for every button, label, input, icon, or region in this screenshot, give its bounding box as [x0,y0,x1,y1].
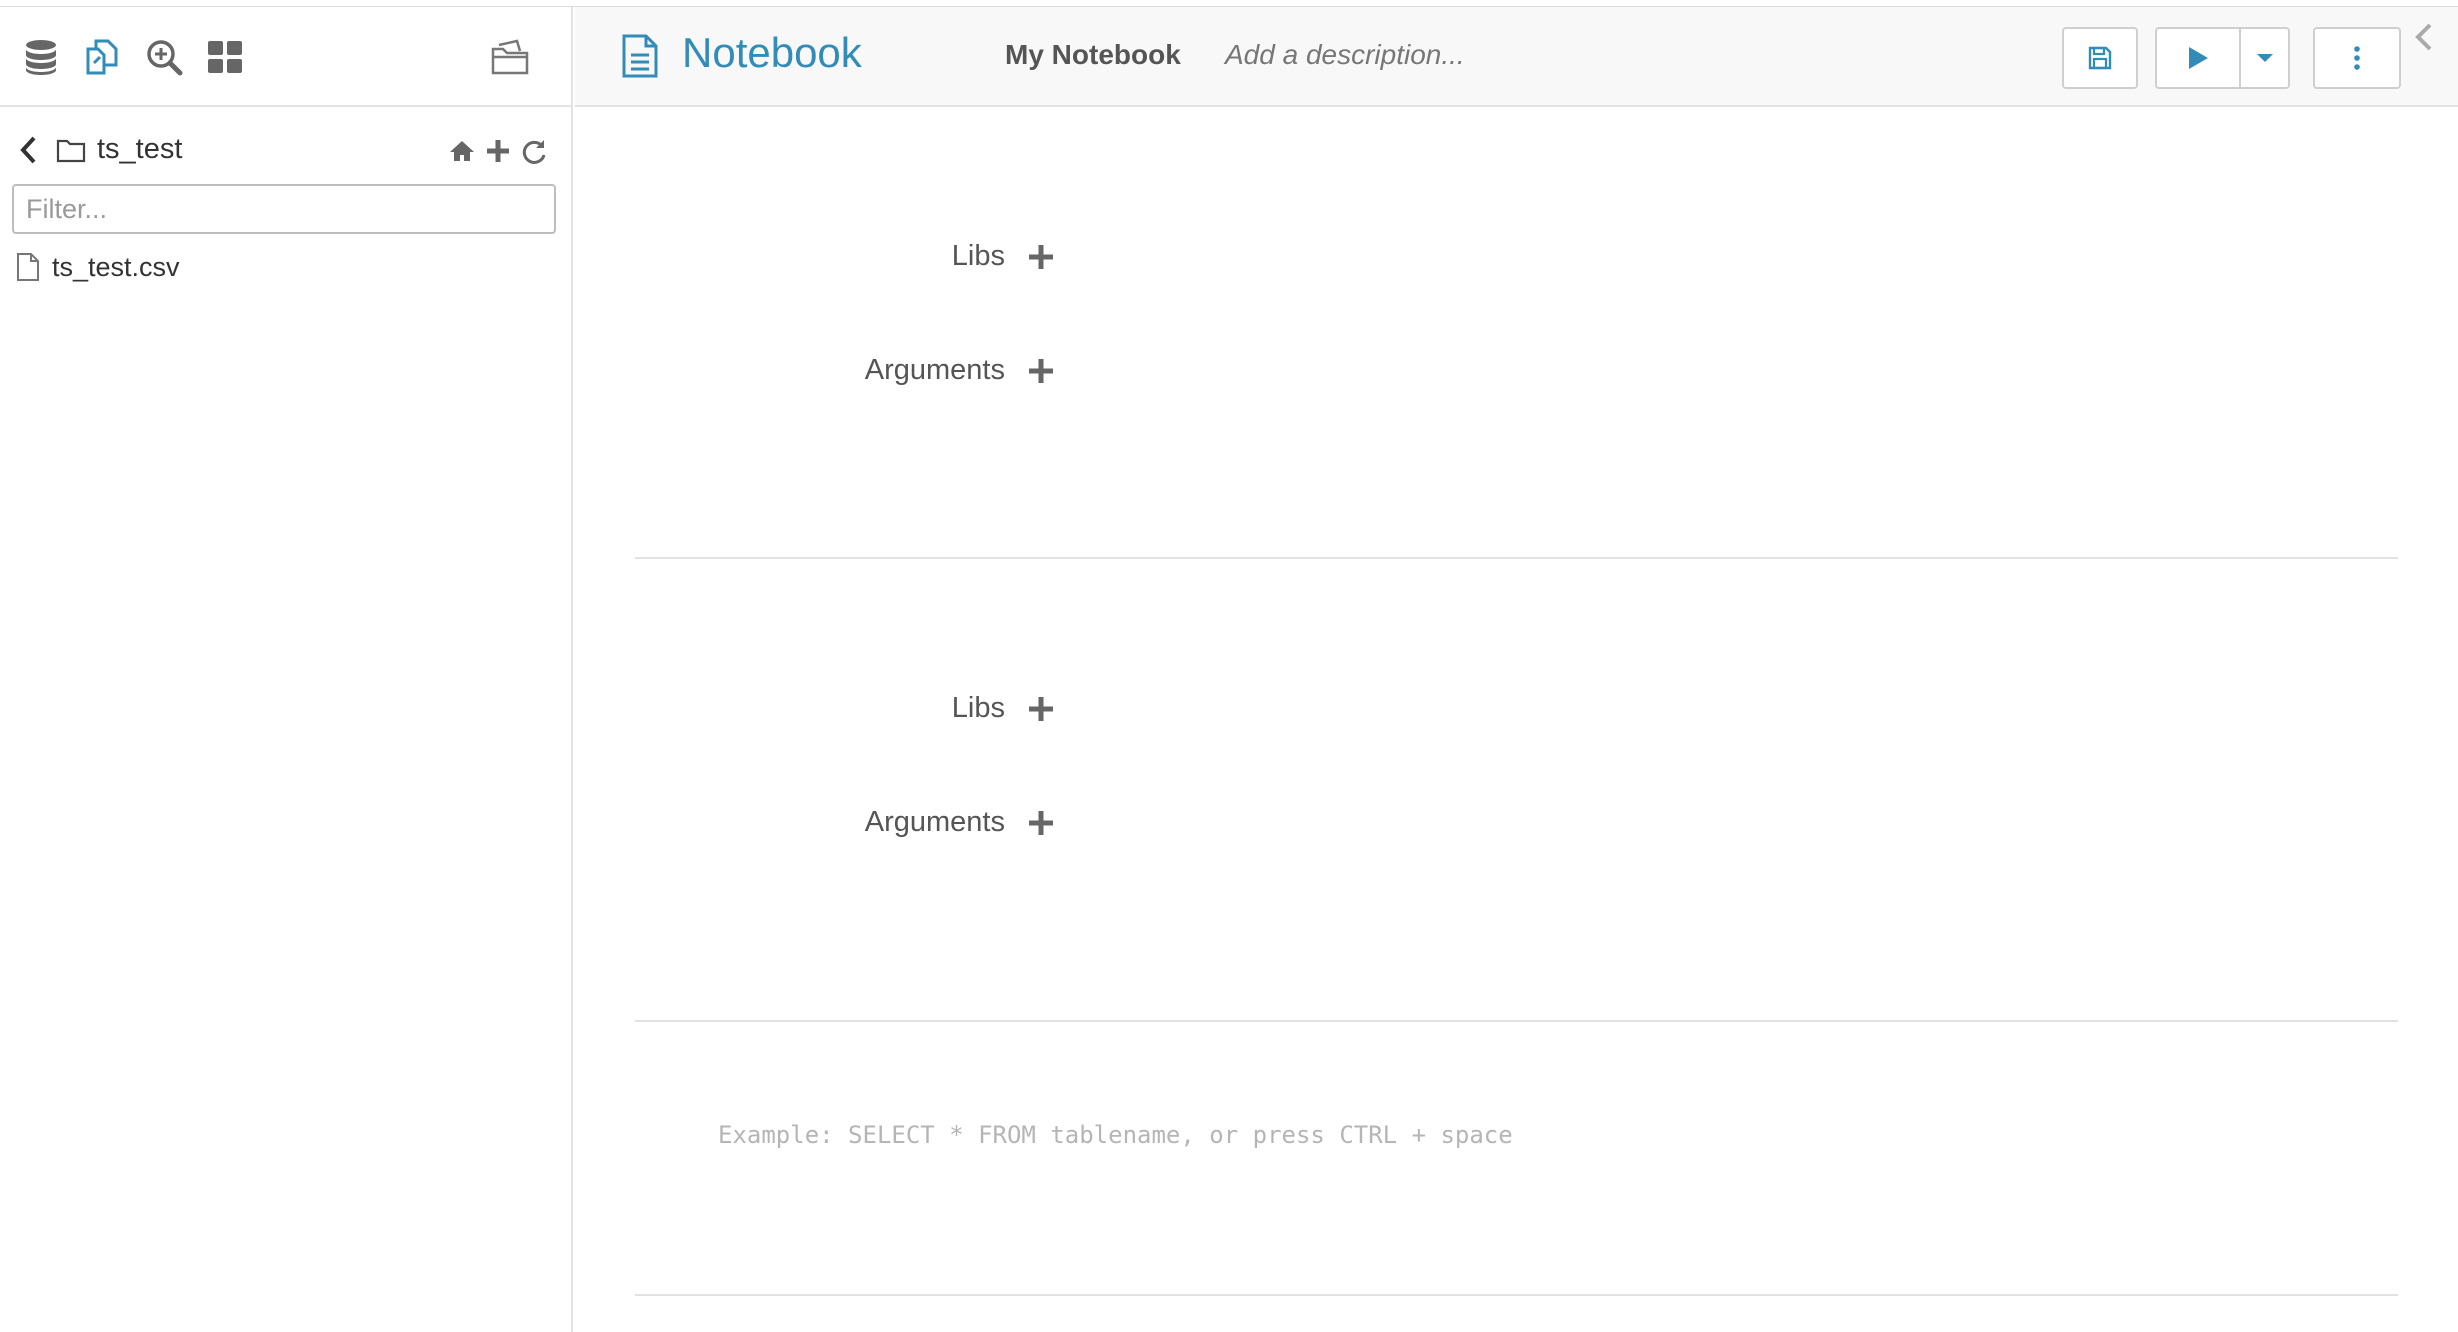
add-argument-icon[interactable] [1027,357,1055,385]
notebook-header: Notebook My Notebook Add a description..… [575,7,2458,107]
sidebar-toolbar [0,7,571,107]
arguments-label: Arguments [864,354,1005,386]
left-sidebar: ts_test Filter... ts_test.csv [0,7,573,1332]
home-icon[interactable] [447,136,477,166]
file-icon [17,253,39,281]
arguments-label: Arguments [864,806,1005,838]
current-folder-label: ts_test [97,133,183,165]
collapse-panel-icon[interactable] [2410,21,2438,55]
add-lib-icon[interactable] [1027,243,1055,271]
notebook-name[interactable]: My Notebook [1005,39,1181,71]
run-options-dropdown[interactable] [2239,27,2290,89]
add-argument-icon[interactable] [1027,809,1055,837]
notebook-icon [622,34,658,78]
search-zoom-icon[interactable] [142,35,186,79]
top-edge [0,0,2458,7]
page-title: Notebook [682,29,862,76]
play-icon [2189,47,2208,69]
save-button[interactable] [2062,27,2138,89]
file-browser-path: ts_test [0,125,571,175]
libs-label: Libs [951,692,1005,724]
back-chevron-icon[interactable] [16,135,42,165]
database-icon[interactable] [19,35,63,79]
snippet-divider [635,1294,2398,1296]
save-icon [2088,46,2112,70]
file-item[interactable]: ts_test.csv [16,247,180,287]
grid-icon[interactable] [203,35,247,79]
add-lib-icon[interactable] [1027,695,1055,723]
snippet-divider [635,557,2398,559]
libs-label: Libs [951,240,1005,272]
add-icon[interactable] [483,136,513,166]
filter-input[interactable] [12,184,556,234]
snippet-divider [635,1020,2398,1022]
path-actions [447,136,549,166]
caret-down-icon [2256,54,2273,62]
run-button[interactable] [2155,27,2241,89]
app-root: ts_test Filter... ts_test.csv Notebook M… [0,0,2458,1332]
documents-icon[interactable] [80,35,124,79]
refresh-icon[interactable] [519,136,549,166]
notebook-description[interactable]: Add a description... [1225,39,1465,71]
sql-editor-placeholder[interactable]: Example: SELECT * FROM tablename, or pre… [718,1121,1513,1149]
file-name: ts_test.csv [52,251,180,282]
open-folder-icon[interactable] [488,35,532,79]
folder-icon [56,139,86,163]
notebook-body: Libs Arguments Libs Arguments Example: S… [575,109,2458,1332]
more-actions-button[interactable] [2313,27,2401,89]
kebab-menu-icon [2354,46,2360,70]
